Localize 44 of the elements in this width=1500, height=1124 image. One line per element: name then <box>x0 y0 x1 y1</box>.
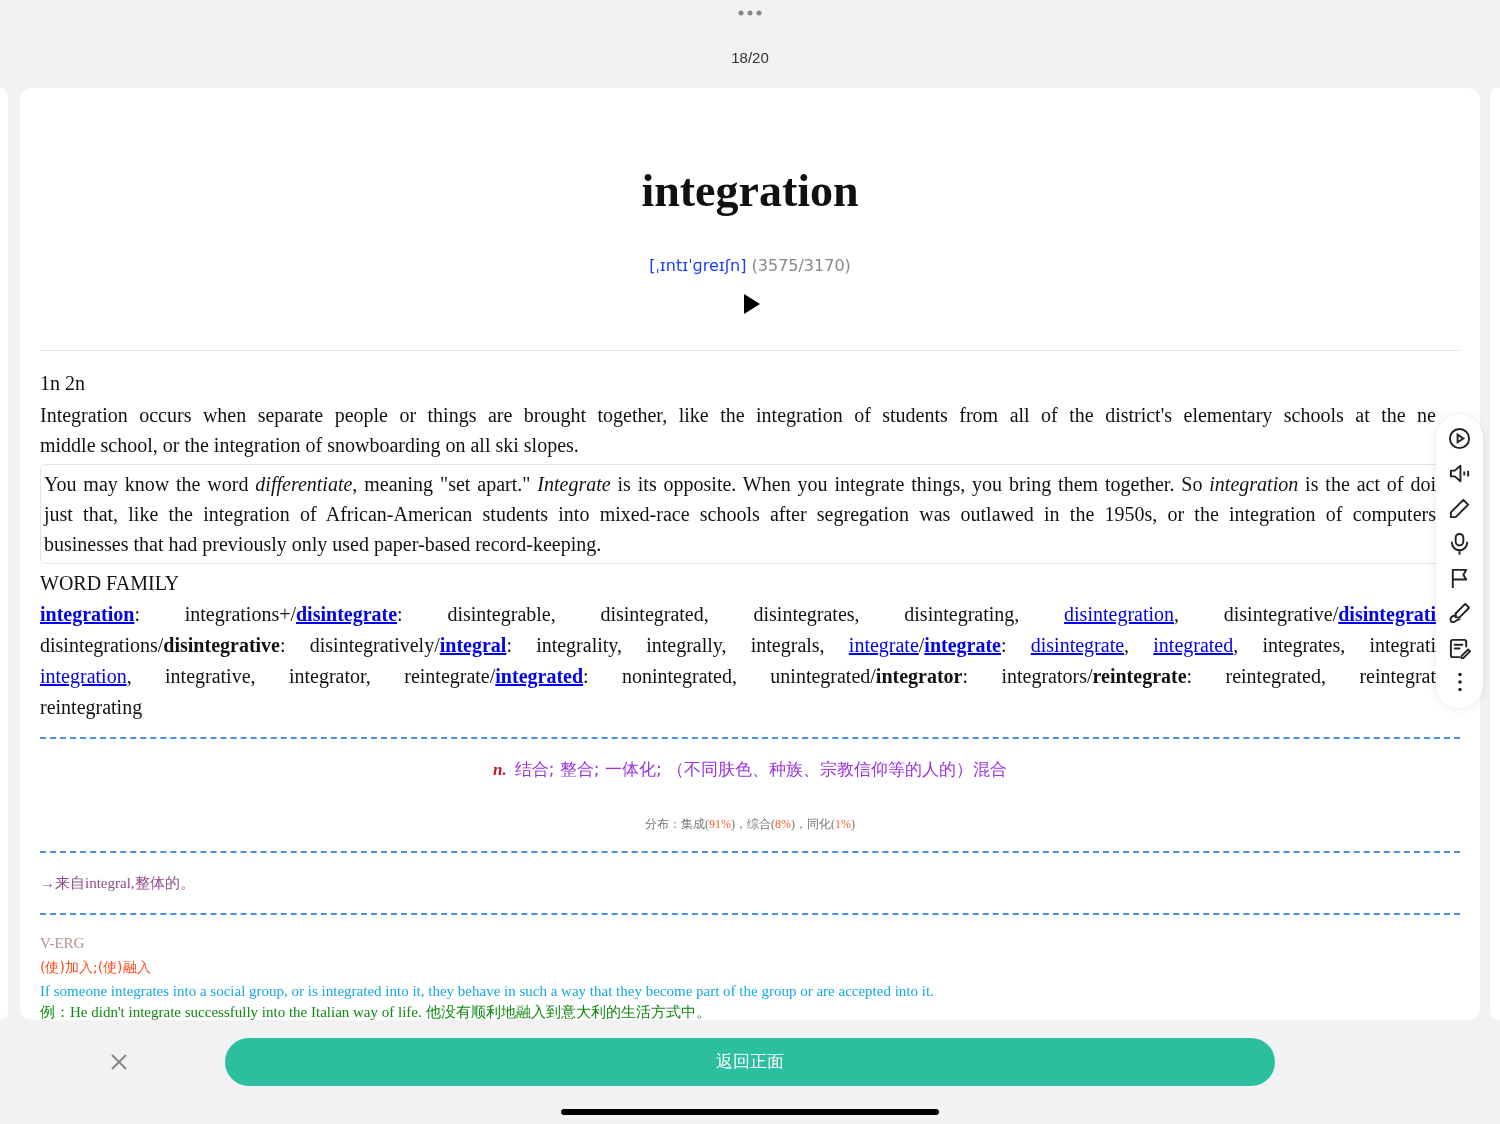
collins-meaning: (使)加入;(使)融入 <box>40 957 151 977</box>
note-line: You may know the word differentiate, meaning "set apart." Integrate is its opposite. When you integrate things, you bring them together. So integration is the act of doi <box>44 472 1436 498</box>
example-sentence: 例：He didn't integrate successfully into the Italian way of life. 他没有顺利地融入到意大利的生活方式中。 <box>40 1002 711 1020</box>
chinese-meaning: 结合; 整合; 一体化; （不同肤色、种族、宗教信仰等的人的）混合 <box>514 758 1008 781</box>
etymology-text: →来自integral,整体的。 <box>40 874 195 891</box>
more-icon[interactable] <box>738 9 762 17</box>
word-link[interactable]: integral <box>439 634 507 656</box>
frequency: (3575/3170) <box>751 255 851 277</box>
word-family-line: integration, integrative, integrator, reintegrate/integrated: nonintegrated, unintegrated/integrator: integrators/reintegrate: reintegrated, reintegrat <box>40 664 1436 690</box>
speaker-icon[interactable] <box>1448 462 1471 485</box>
definition-line: middle school, or the integration of snowboarding on all ski slopes. <box>40 433 579 459</box>
definition-line: Integration occurs when separate people or things are brought together, like the integration of students from all of the district's elementary schools at the ne <box>40 403 1436 429</box>
close-icon[interactable] <box>111 1054 127 1070</box>
more-vertical-icon[interactable] <box>1456 672 1463 692</box>
word-link[interactable]: integrated <box>495 665 584 687</box>
word-link[interactable]: integrated <box>1153 634 1234 656</box>
word-link[interactable]: disintegrati <box>1338 603 1436 625</box>
word-link[interactable]: integrate <box>924 634 1001 656</box>
word-link[interactable]: disintegrate <box>1030 634 1125 656</box>
microphone-icon[interactable] <box>1448 532 1471 555</box>
word-link[interactable]: integration <box>40 665 127 687</box>
word-family-heading: WORD FAMILY <box>40 571 181 596</box>
word-family-line: reintegrating <box>40 695 143 721</box>
grammar-label: V-ERG <box>40 933 85 953</box>
word-link[interactable]: disintegration <box>1064 603 1175 625</box>
play-icon[interactable] <box>744 294 760 314</box>
word-link[interactable]: integrate <box>848 634 919 656</box>
part-of-speech: n. <box>492 759 507 781</box>
collins-definition: If someone integrates into a social group, or is integrated into it, they behave in such a way that they become part of the group or are accepted into it. <box>40 981 934 1001</box>
note-line: just that, like the integration of African-American students into mixed-race schools after segregation was outlawed in the 1950s, or the integration of computers <box>44 502 1436 528</box>
distribution-text: 分布：集成(91%)，综合(8%)，同化(1%) <box>645 815 855 833</box>
card-counter: 18/20 <box>731 48 769 68</box>
signature-icon[interactable] <box>1448 602 1471 625</box>
note-line: businesses that had previously only used paper-based record-keeping. <box>44 532 602 558</box>
word-family-line: integration: integrations+/disintegrate: disintegrable, disintegrated, disintegrates, disintegrating, disintegration, disintegrative/disintegrati <box>40 602 1436 628</box>
sense-tag: 1n 2n <box>40 371 1460 395</box>
note-edit-icon[interactable] <box>1448 637 1471 660</box>
word-family-line: disintegrations/disintegrative: disintegratively/integral: integrality, integrally, integrals, integrate/integrate: disintegrate, integrated, integrates, integrati <box>40 633 1436 659</box>
phonetic: [ˌɪntɪˈɡreɪʃn] <box>649 255 747 277</box>
pencil-icon[interactable] <box>1448 497 1471 520</box>
play-circle-icon[interactable] <box>1448 427 1471 450</box>
headword: integration <box>641 168 859 214</box>
word-link[interactable]: disintegrate <box>296 603 398 625</box>
word-link[interactable]: integration <box>40 603 135 625</box>
